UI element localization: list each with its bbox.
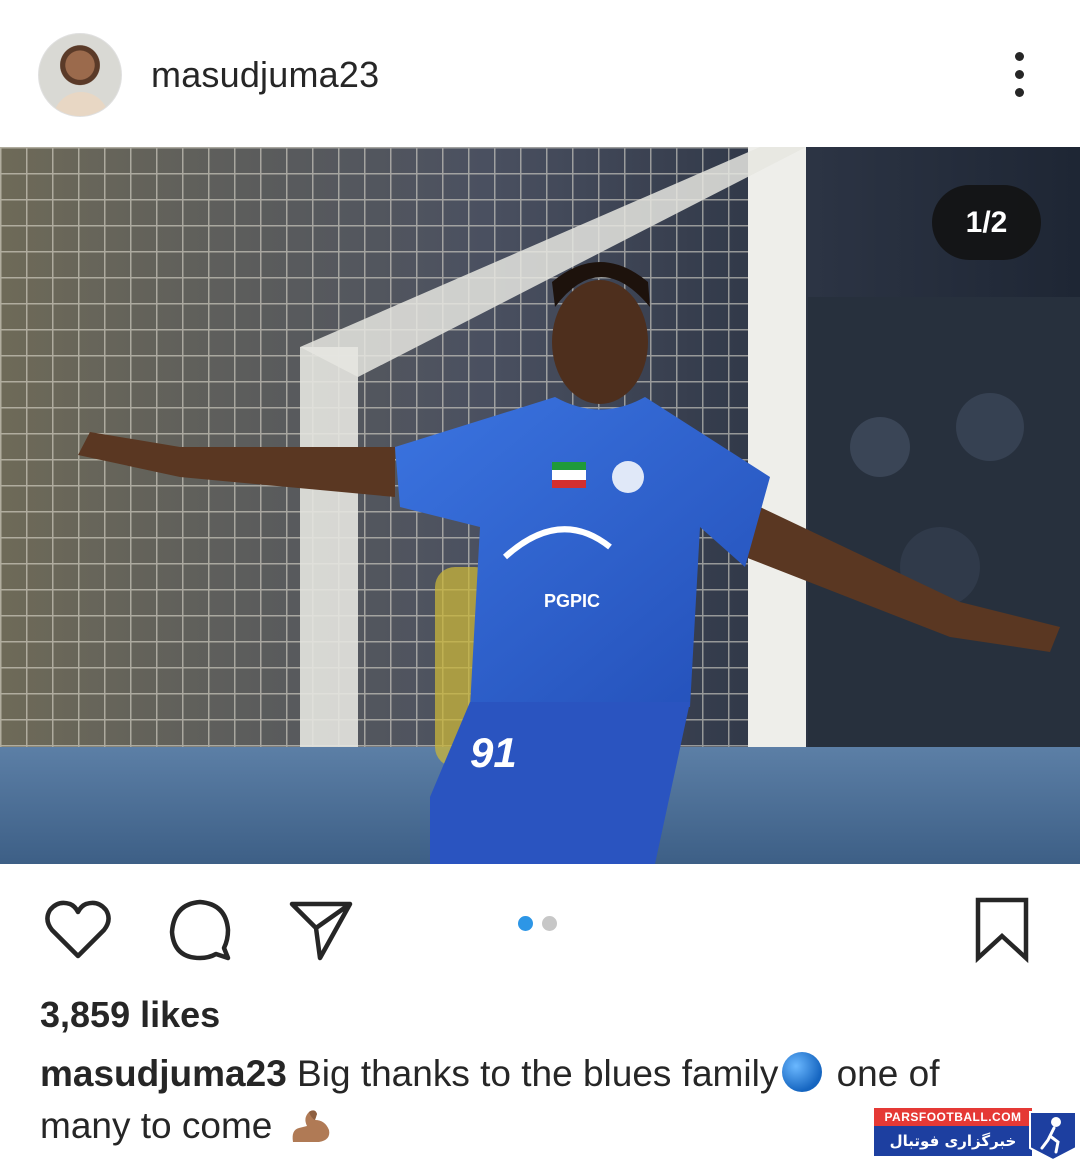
avatar[interactable]: [38, 33, 122, 117]
blue-circle-emoji-icon: [782, 1052, 823, 1092]
post-photo[interactable]: PGPIC 91: [0, 147, 1080, 864]
carousel-indicator: [518, 916, 557, 931]
watermark: PARSFOOTBALL.COM خبرگزاری فوتبال ایران: [874, 1108, 1080, 1162]
sponsor-text: PGPIC: [544, 591, 600, 611]
more-vertical-icon[interactable]: [1000, 52, 1038, 100]
comment-icon[interactable]: [164, 894, 236, 966]
parsfootball-logo-icon: [1029, 1111, 1077, 1162]
post-username[interactable]: masudjuma23: [151, 54, 379, 96]
watermark-bottom-text: خبرگزاری فوتبال ایران: [874, 1126, 1032, 1156]
heart-icon[interactable]: [42, 894, 114, 966]
post-header: masudjuma23: [0, 0, 1080, 147]
action-bar: [0, 864, 1080, 994]
share-icon[interactable]: [286, 894, 358, 966]
flexed-biceps-emoji-icon: [292, 1110, 329, 1142]
carousel-dot-active: [518, 916, 533, 931]
caption-username[interactable]: masudjuma23: [40, 1053, 287, 1094]
carousel-dot: [542, 916, 557, 931]
bookmark-icon[interactable]: [966, 894, 1038, 966]
watermark-top-text: PARSFOOTBALL.COM: [874, 1108, 1032, 1126]
post-caption: masudjuma23 Big thanks to the blues fami…: [40, 1048, 1000, 1152]
caption-text-1: Big thanks to the blues family: [286, 1053, 779, 1094]
likes-count[interactable]: 3,859 likes: [40, 994, 220, 1036]
jersey-number: 91: [470, 729, 517, 776]
slide-counter: 1/2: [932, 185, 1041, 260]
